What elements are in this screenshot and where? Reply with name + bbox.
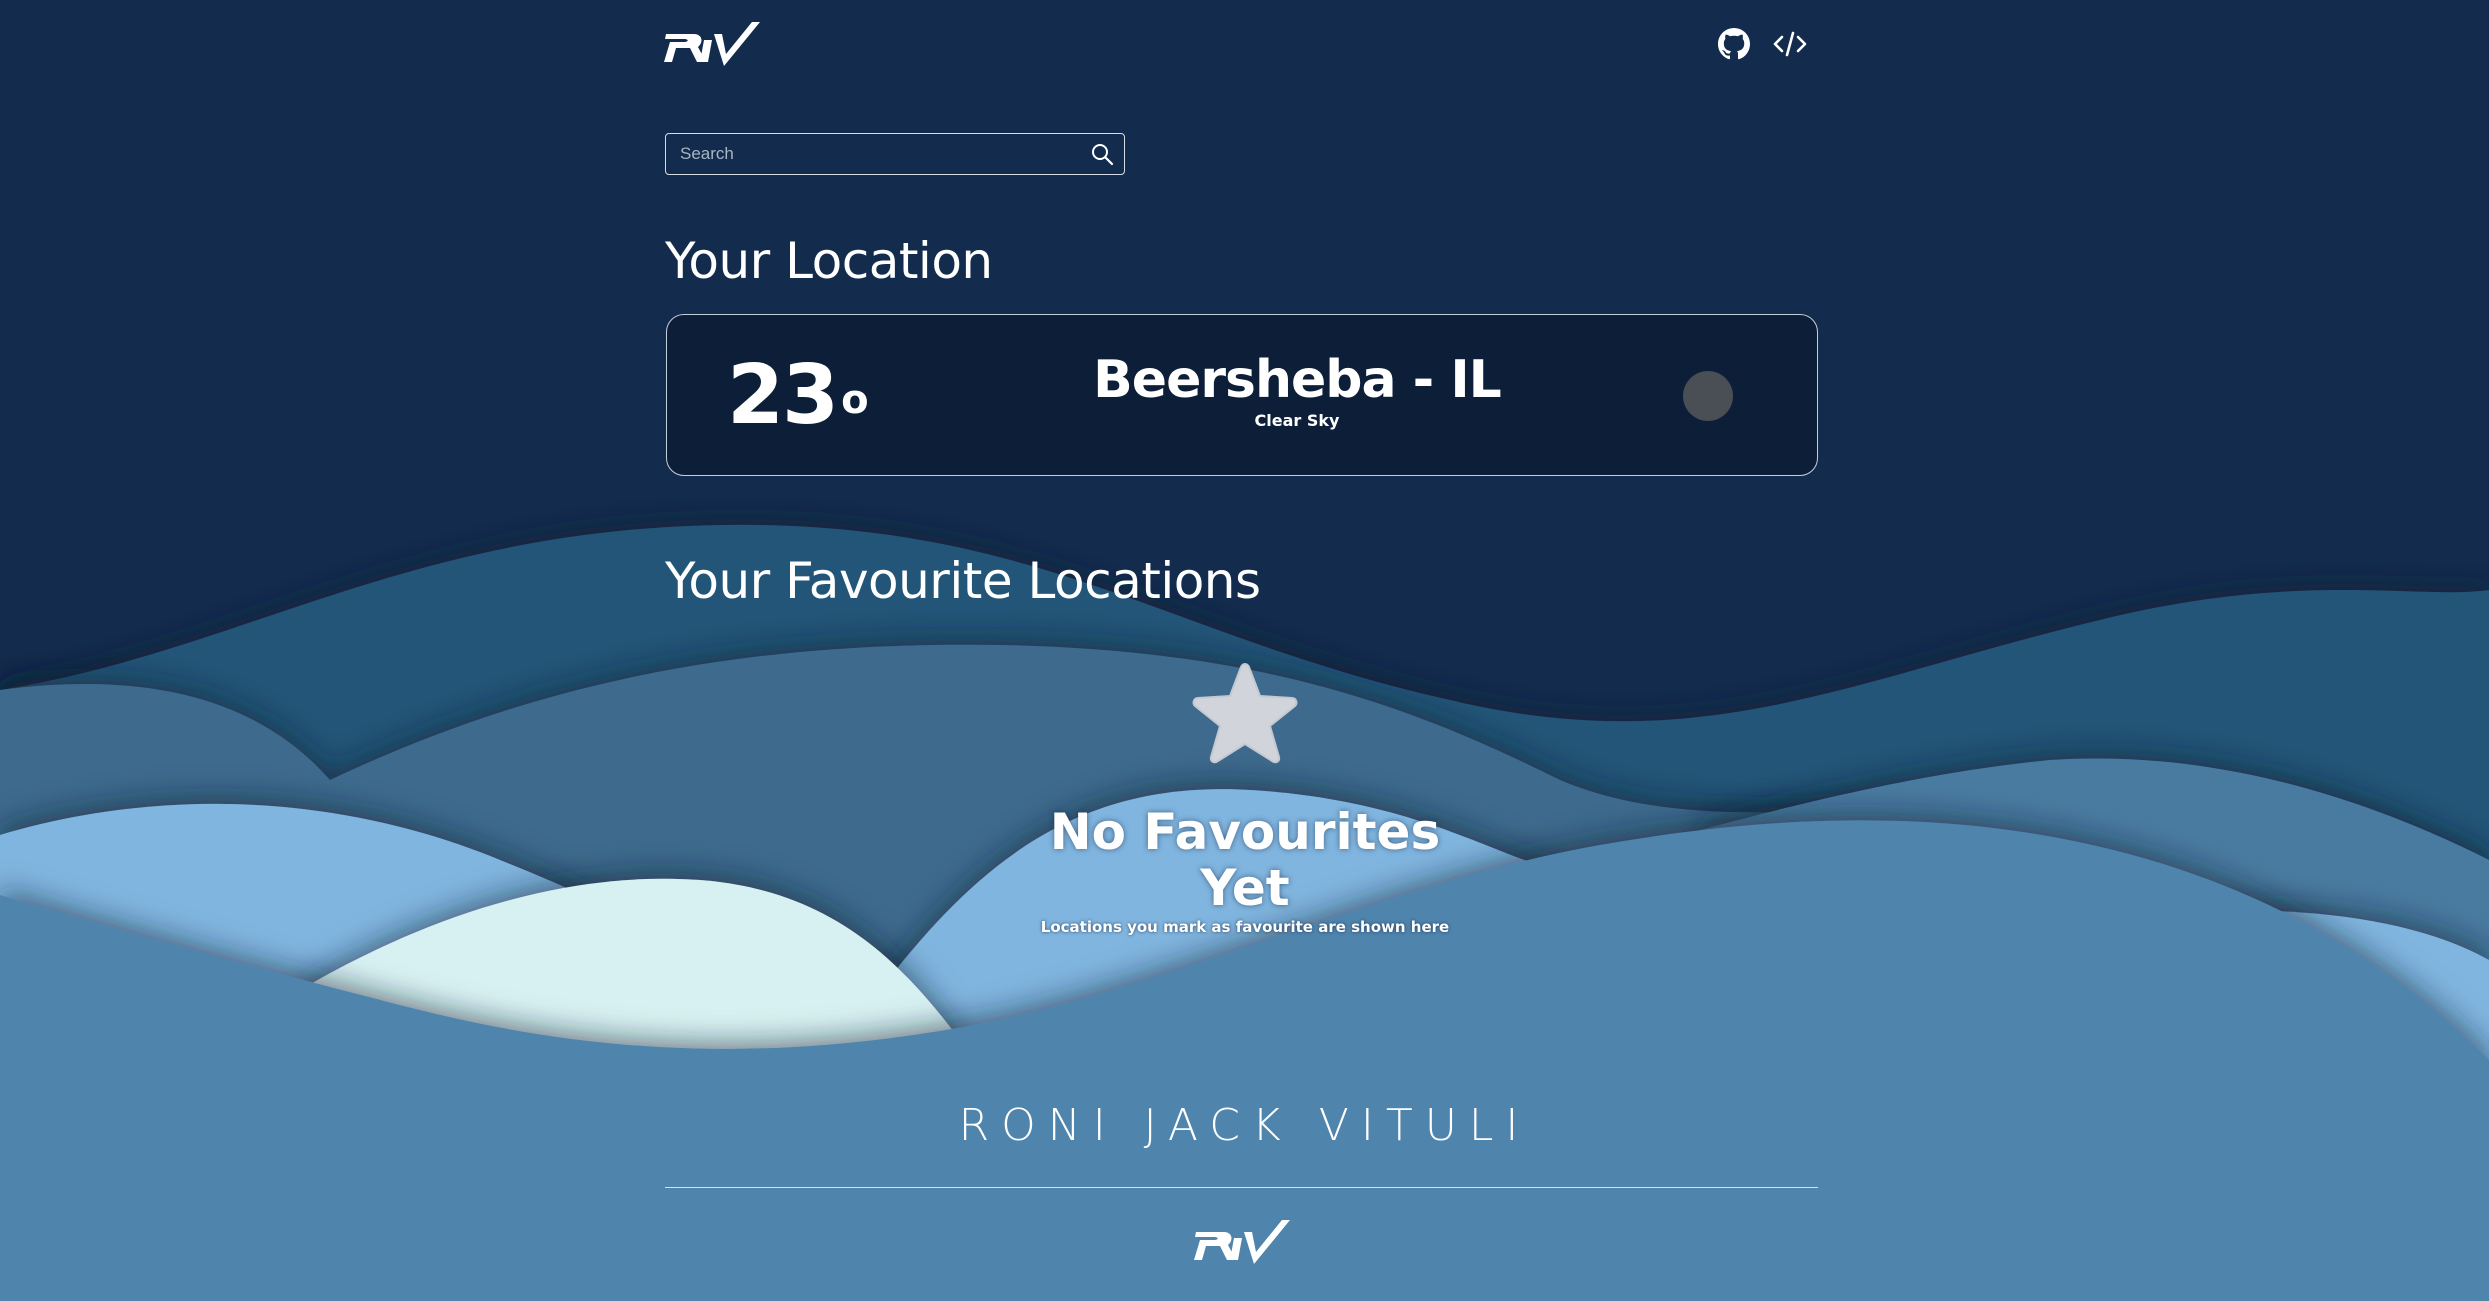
temperature-value: 23 <box>727 348 839 443</box>
search-icon[interactable] <box>1080 134 1124 174</box>
favourite-locations-title: Your Favourite Locations <box>665 552 1261 610</box>
degree-symbol: o <box>841 377 869 423</box>
footer-author-name: RONI JACK VITULI <box>958 1100 1531 1151</box>
your-location-title: Your Location <box>665 232 993 290</box>
temperature: 23 o <box>727 348 869 443</box>
github-icon[interactable] <box>1716 26 1752 62</box>
star-icon <box>1192 663 1298 764</box>
empty-state-title: No Favourites Yet <box>1049 803 1441 917</box>
search-input[interactable] <box>666 134 1080 174</box>
rjv-logo-icon[interactable] <box>1194 1218 1290 1266</box>
weather-condition: Clear Sky <box>1254 411 1340 430</box>
city-name: Beersheba - IL <box>1093 350 1502 410</box>
weather-icon <box>1683 371 1733 421</box>
city-block: Beersheba - IL Clear Sky <box>1007 351 1587 430</box>
code-icon[interactable] <box>1772 26 1808 62</box>
search-bar <box>665 133 1125 175</box>
location-card[interactable]: 23 o Beersheba - IL Clear Sky <box>666 314 1818 476</box>
footer-divider <box>665 1187 1818 1188</box>
favourites-empty-state: No Favourites Yet Locations you mark as … <box>1000 660 1490 936</box>
header-actions <box>1716 26 1808 62</box>
rjv-logo-icon[interactable] <box>664 20 760 68</box>
empty-state-subtitle: Locations you mark as favourite are show… <box>1040 918 1450 936</box>
